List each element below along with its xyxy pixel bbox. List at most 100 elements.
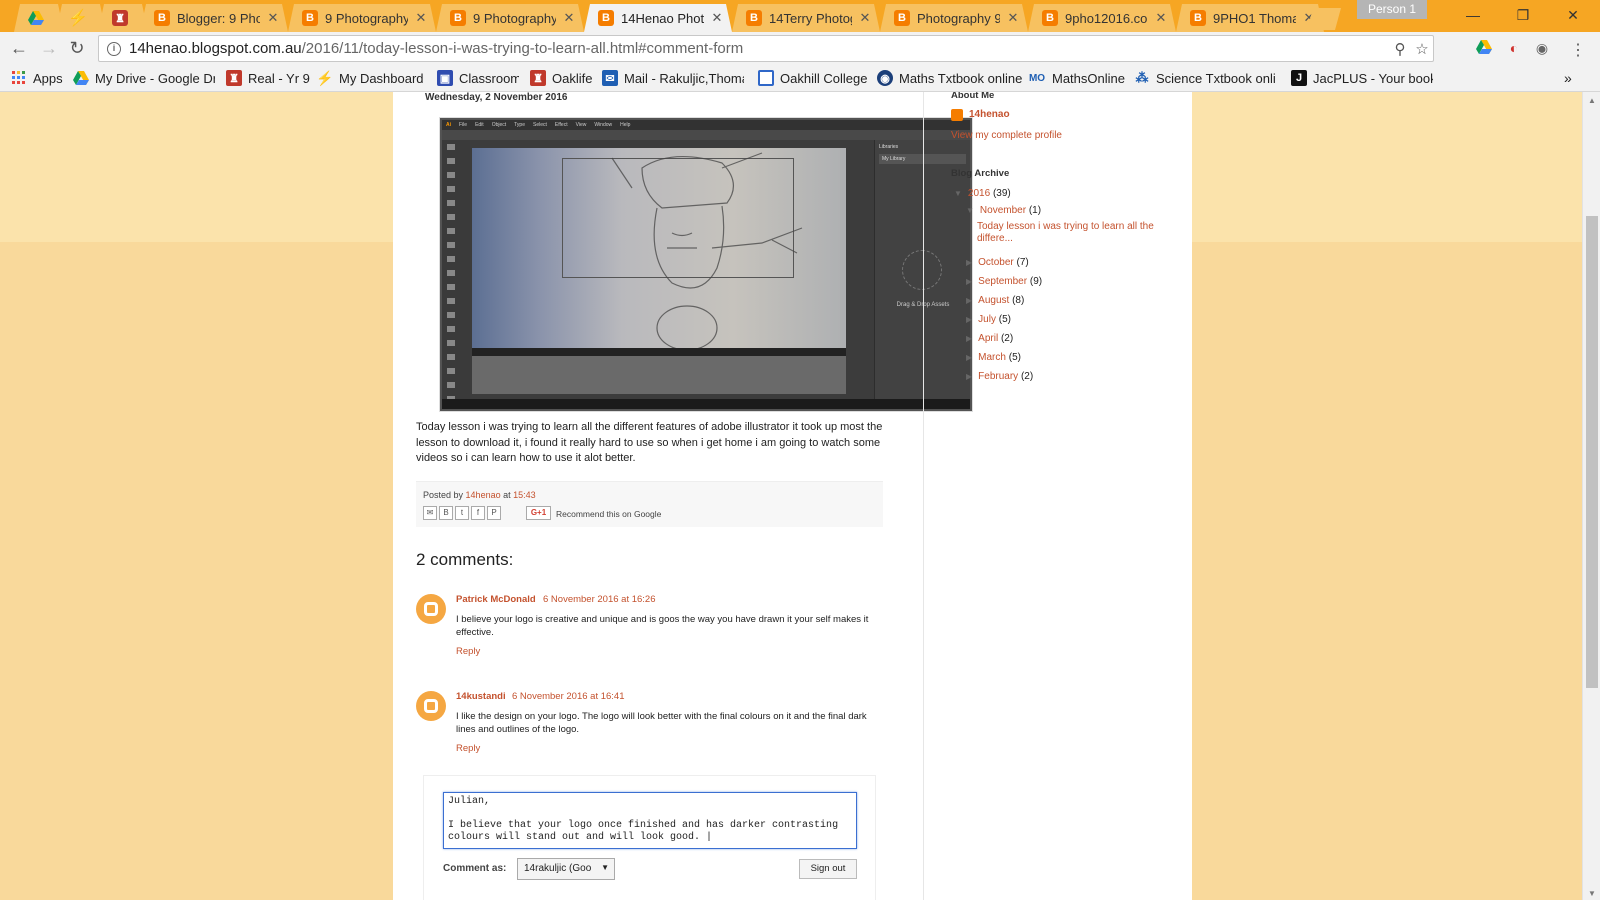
oaklife-icon: ♜ [226, 70, 242, 86]
bookmark-maths-txtbook[interactable]: ◉ Maths Txtbook online [877, 69, 1022, 87]
scroll-up-arrow-icon[interactable]: ▲ [1583, 96, 1600, 105]
bookmark-jacplus[interactable]: J JacPLUS - Your books [1291, 69, 1433, 87]
profile-name-link[interactable]: 14henao [969, 109, 1010, 120]
tab-blogger-1[interactable]: B Blogger: 9 Phot ✕ [140, 4, 288, 32]
bookmark-real-yr9[interactable]: ♜ Real - Yr 9 [226, 69, 310, 87]
bookmark-classroom[interactable]: ▣ Classroom [437, 69, 519, 87]
photos-app-bar [472, 348, 846, 356]
bookmarks-overflow-button[interactable]: » [1564, 69, 1580, 87]
profile-button[interactable]: Person 1 [1357, 0, 1427, 19]
post-date: Wednesday, 2 November 2016 [425, 92, 568, 103]
close-icon[interactable]: ✕ [1154, 10, 1168, 26]
email-share-icon[interactable]: ✉ [423, 506, 437, 520]
extension-eye-icon[interactable]: ◉ [1532, 40, 1552, 58]
archive-month-april[interactable]: ▶ April (2) [966, 333, 1013, 344]
archive-month-november[interactable]: ▼ November (1) [966, 205, 1041, 216]
grid-icon [758, 70, 774, 86]
apps-grid-icon [11, 70, 27, 86]
reload-icon[interactable]: ↻ [65, 37, 89, 59]
blogger-icon: B [302, 10, 318, 26]
tab-dashboard[interactable]: ⚡ [56, 4, 106, 32]
caret-down-icon: ▼ [601, 863, 609, 872]
archive-month-july[interactable]: ▶ July (5) [966, 314, 1011, 325]
close-icon[interactable]: ✕ [266, 10, 280, 26]
comment-author-link[interactable]: Patrick McDonald [456, 594, 536, 605]
archive-year-2016[interactable]: ▼ 2016 (39) [954, 188, 1011, 199]
zoom-icon[interactable]: ⚲ [1389, 40, 1411, 58]
comment-author-link[interactable]: 14kustandi [456, 691, 506, 702]
restore-icon[interactable]: ❐ [1500, 4, 1546, 26]
menu-kebab-icon[interactable]: ⋮ [1568, 40, 1588, 59]
close-icon[interactable]: ✕ [562, 10, 576, 26]
author-link[interactable]: 14henao [466, 490, 501, 500]
bookmark-apps[interactable]: Apps [11, 69, 71, 87]
forward-arrow-icon[interactable]: → [37, 37, 61, 59]
tab-14terry[interactable]: B 14Terry Photog ✕ [732, 4, 880, 32]
view-profile-link[interactable]: View my complete profile [951, 130, 1062, 141]
tab-oaklife[interactable]: ♜ [98, 4, 148, 32]
reply-link[interactable]: Reply [456, 646, 480, 657]
tab-9pho12016[interactable]: B 9pho12016.con ✕ [1028, 4, 1176, 32]
plus-circle-icon [902, 250, 942, 290]
back-arrow-icon[interactable]: ← [7, 37, 31, 59]
blogger-icon: B [450, 10, 466, 26]
info-icon[interactable]: i [107, 41, 121, 56]
pinterest-share-icon[interactable]: P [487, 506, 501, 520]
close-icon[interactable]: ✕ [414, 10, 428, 26]
reply-link[interactable]: Reply [456, 743, 480, 754]
scrollbar-thumb[interactable] [1586, 216, 1598, 688]
about-me-title: About Me [951, 92, 995, 101]
url-text[interactable]: 14henao.blogspot.com.au/2016/11/today-le… [129, 40, 1389, 57]
twitter-share-icon[interactable]: t [455, 506, 469, 520]
bookmark-mathsonline[interactable]: MO MathsOnline [1028, 69, 1131, 87]
identity-select[interactable]: 14rakuljic (Goo ▼ [517, 858, 615, 880]
google-drive-extension-icon[interactable] [1474, 40, 1494, 58]
tab-photography-9[interactable]: B Photography 9 ✕ [880, 4, 1028, 32]
post-time-link[interactable]: 15:43 [513, 490, 536, 500]
tab-14henao-active[interactable]: B 14Henao Photo ✕ [584, 4, 732, 32]
vertical-scrollbar[interactable]: ▲ ▼ [1582, 92, 1600, 900]
archive-month-september[interactable]: ▶ September (9) [966, 276, 1042, 287]
bookmark-my-drive[interactable]: My Drive - Google Dri [73, 69, 215, 87]
post-image[interactable]: Ai File Edit Object Type Select Effect V… [439, 117, 973, 412]
scroll-down-arrow-icon[interactable]: ▼ [1583, 889, 1600, 898]
google-plus-one-button[interactable]: G+1 [526, 506, 551, 520]
oaklife-icon: ♜ [530, 70, 546, 86]
archive-month-february[interactable]: ▶ February (2) [966, 371, 1033, 382]
archive-post-link[interactable]: Today lesson i was trying to learn all t… [977, 221, 1167, 245]
archive-month-october[interactable]: ▶ October (7) [966, 257, 1029, 268]
comment-text: I believe your logo is creative and uniq… [456, 614, 869, 638]
bookmark-science-txtbook[interactable]: ⁂ Science Txtbook onlin [1134, 69, 1277, 87]
avatar[interactable] [416, 691, 446, 721]
mail-icon: ✉ [602, 70, 618, 86]
archive-month-august[interactable]: ▶ August (8) [966, 295, 1024, 306]
adblock-extension-icon[interactable]: ◐ [1504, 40, 1524, 58]
jacplus-icon: J [1291, 70, 1307, 86]
tab-9pho1-thomas[interactable]: B 9PHO1 Thomas ✕ [1176, 4, 1324, 32]
comment-date-link[interactable]: 6 November 2016 at 16:41 [512, 691, 625, 702]
close-window-icon[interactable]: ✕ [1550, 4, 1596, 26]
bookmark-my-dashboard[interactable]: ⚡ My Dashboard [317, 69, 425, 87]
close-icon[interactable]: ✕ [1006, 10, 1020, 26]
bookmark-oakhill-college[interactable]: Oakhill College [758, 69, 868, 87]
sign-out-button[interactable]: Sign out [799, 859, 857, 879]
archive-month-march[interactable]: ▶ March (5) [966, 352, 1021, 363]
minimize-icon[interactable]: — [1450, 4, 1496, 26]
comment-textarea[interactable]: Julian, I believe that your logo once fi… [443, 792, 857, 849]
blog-archive-title: Blog Archive [951, 168, 1010, 179]
blogger-icon: B [598, 10, 614, 26]
facebook-share-icon[interactable]: f [471, 506, 485, 520]
blogthis-share-icon[interactable]: B [439, 506, 453, 520]
bookmark-mail[interactable]: ✉ Mail - Rakuljic,Thoma [602, 69, 744, 87]
comment-date-link[interactable]: 6 November 2016 at 16:26 [543, 594, 656, 605]
tab-blogger-3[interactable]: B 9 Photography ✕ [436, 4, 584, 32]
close-icon[interactable]: ✕ [710, 10, 724, 26]
tab-google-drive[interactable] [14, 4, 64, 32]
avatar[interactable] [416, 594, 446, 624]
star-icon[interactable]: ☆ [1411, 40, 1433, 58]
bookmark-oaklife[interactable]: ♜ Oaklife [530, 69, 594, 87]
close-icon[interactable]: ✕ [858, 10, 872, 26]
address-bar[interactable]: i 14henao.blogspot.com.au/2016/11/today-… [98, 35, 1434, 62]
bolt-icon: ⚡ [68, 10, 88, 27]
tab-blogger-2[interactable]: B 9 Photography ✕ [288, 4, 436, 32]
